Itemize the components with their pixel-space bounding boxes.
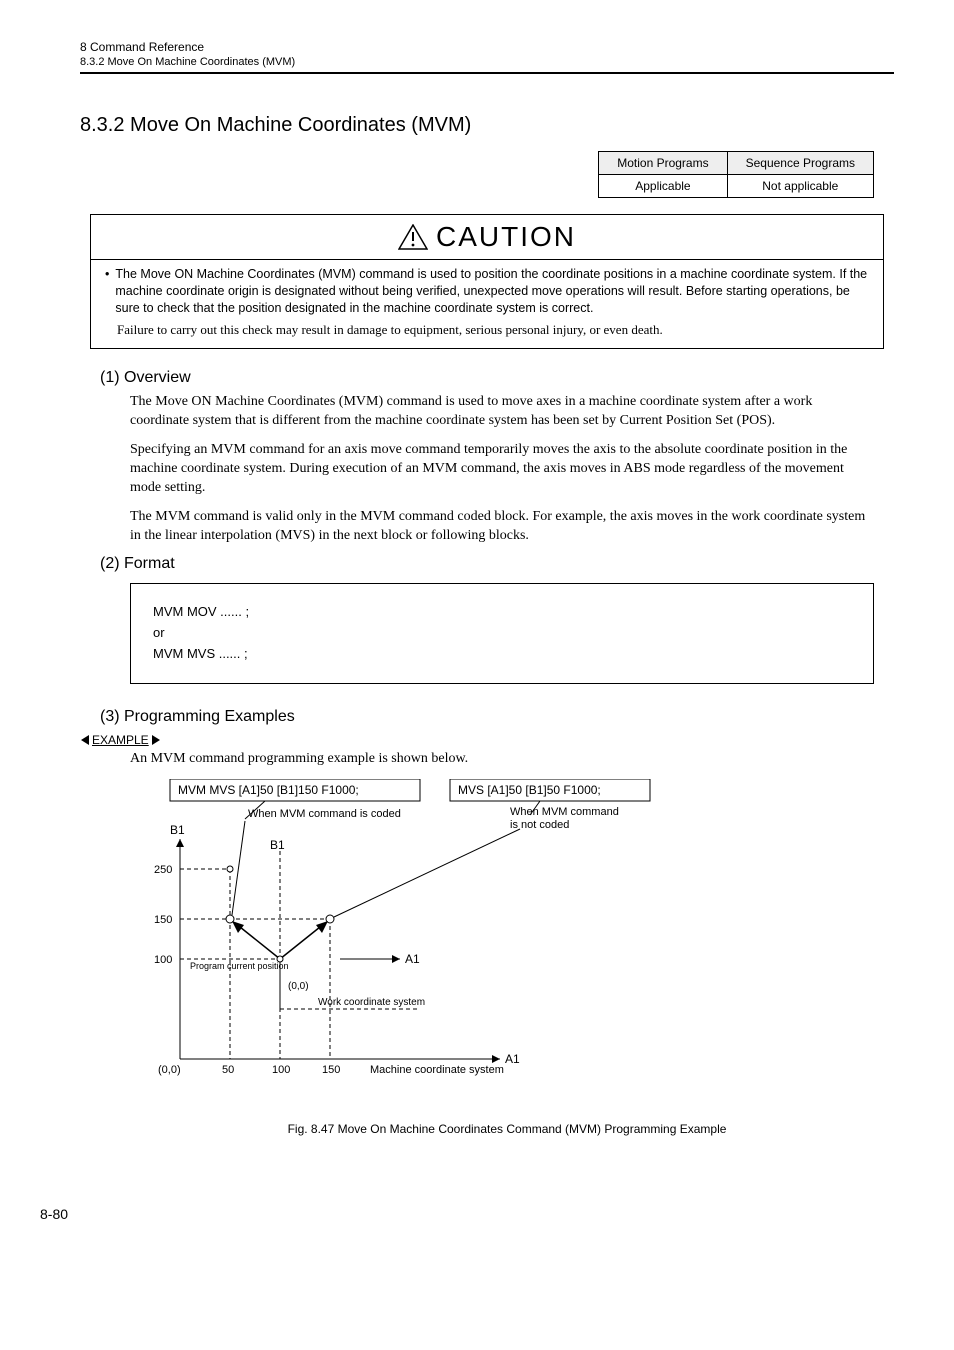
- format-line1: MVM MOV ...... ;: [153, 602, 851, 623]
- mcs-label: Machine coordinate system: [370, 1064, 504, 1076]
- page-number: 8-80: [40, 1206, 894, 1222]
- triangle-right-icon: [151, 735, 161, 745]
- header-section-ref: 8.3.2 Move On Machine Coordinates (MVM): [80, 56, 894, 68]
- axis-a1: A1: [505, 1052, 520, 1066]
- origin-outer: (0,0): [158, 1064, 181, 1076]
- format-heading: (2) Format: [100, 555, 894, 573]
- examples-heading: (3) Programming Examples: [100, 708, 894, 726]
- figure-caption: Fig. 8.47 Move On Machine Coordinates Co…: [140, 1122, 874, 1136]
- pcp-label: Program current position: [190, 961, 289, 971]
- overview-p2: Specifying an MVM command for an axis mo…: [130, 441, 874, 498]
- tick-50: 50: [222, 1064, 234, 1076]
- fig-box-right: MVS [A1]50 [B1]50 F1000;: [458, 783, 601, 797]
- header-chapter: 8 Command Reference: [80, 40, 894, 54]
- tick-x100: 100: [272, 1064, 290, 1076]
- applicability-val2: Not applicable: [727, 175, 873, 198]
- bullet-icon: •: [105, 266, 109, 317]
- section-title: 8.3.2 Move On Machine Coordinates (MVM): [80, 114, 894, 137]
- caution-box: CAUTION • The Move ON Machine Coordinate…: [90, 214, 884, 349]
- wcs-label: Work coordinate system: [318, 997, 425, 1008]
- overview-p1: The Move ON Machine Coordinates (MVM) co…: [130, 393, 874, 431]
- caution-bullet-text: The Move ON Machine Coordinates (MVM) co…: [115, 266, 869, 317]
- warning-icon: [398, 224, 428, 250]
- fig-box-left: MVM MVS [A1]50 [B1]150 F1000;: [178, 783, 359, 797]
- overview-p3: The MVM command is valid only in the MVM…: [130, 508, 874, 546]
- tick-x150: 150: [322, 1064, 340, 1076]
- origin-inner: (0,0): [288, 981, 309, 992]
- tick-150: 150: [154, 914, 172, 926]
- caution-label: CAUTION: [436, 221, 576, 253]
- axis-b1-inner: B1: [270, 838, 285, 852]
- axis-a1-inner: A1: [405, 952, 420, 966]
- caution-header: CAUTION: [91, 215, 883, 259]
- example-label-text: EXAMPLE: [92, 733, 149, 747]
- format-line3: MVM MVS ...... ;: [153, 644, 851, 665]
- example-intro: An MVM command programming example is sh…: [130, 750, 874, 769]
- tick-250: 250: [154, 864, 172, 876]
- applicability-table: Motion Programs Sequence Programs Applic…: [598, 151, 874, 198]
- fig-note-left: When MVM command is coded: [248, 808, 401, 820]
- applicability-col2: Sequence Programs: [727, 152, 873, 175]
- header-rule: [80, 72, 894, 74]
- format-box: MVM MOV ...... ; or MVM MVS ...... ;: [130, 583, 874, 683]
- triangle-left-icon: [80, 735, 90, 745]
- applicability-col1: Motion Programs: [599, 152, 727, 175]
- caution-note: Failure to carry out this check may resu…: [105, 321, 869, 339]
- figure: MVM MVS [A1]50 [B1]150 F1000; MVS [A1]50…: [140, 779, 874, 1136]
- fig-note-right1: When MVM command: [510, 806, 619, 818]
- format-line2: or: [153, 623, 851, 644]
- applicability-val1: Applicable: [599, 175, 727, 198]
- overview-heading: (1) Overview: [100, 369, 894, 387]
- example-label: EXAMPLE: [80, 733, 161, 747]
- axis-b1: B1: [170, 823, 185, 837]
- tick-100: 100: [154, 954, 172, 966]
